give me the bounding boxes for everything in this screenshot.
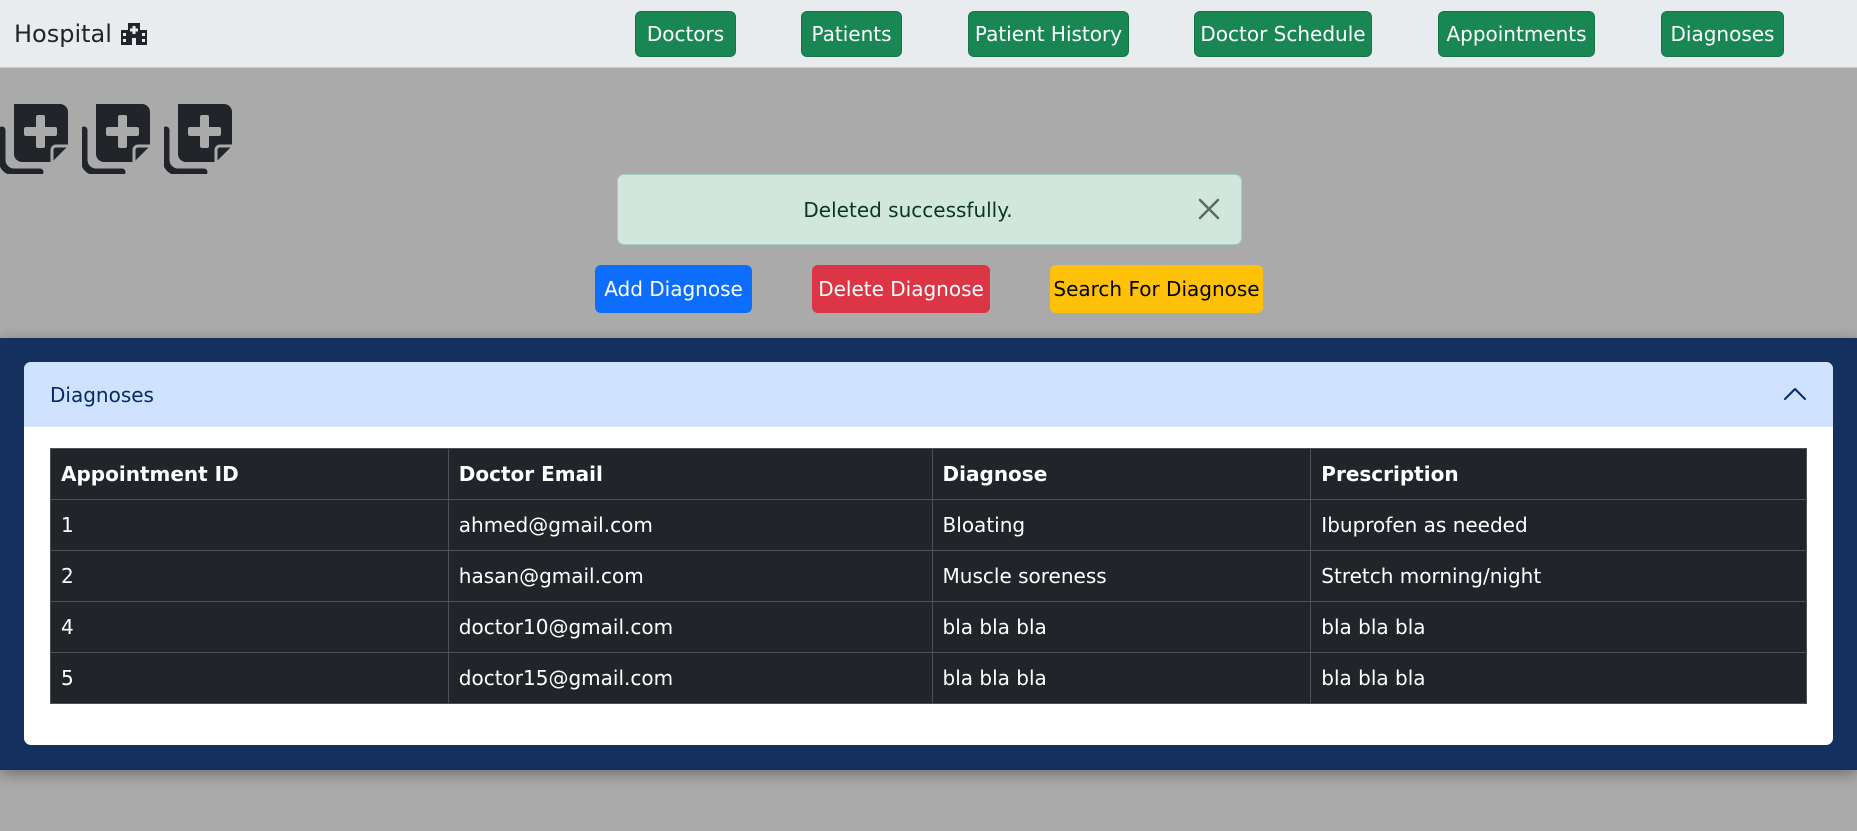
diagnoses-table: Appointment ID Doctor Email Diagnose Pre…: [50, 448, 1807, 704]
medical-files-icon: [0, 104, 68, 174]
medical-files-icon: [82, 104, 150, 174]
column-header: Doctor Email: [447, 448, 933, 500]
success-alert: Deleted successfully.: [617, 174, 1242, 245]
nav-patient-history-button[interactable]: Patient History: [968, 11, 1129, 57]
diagnoses-panel: Diagnoses Appointment ID Doctor Email Di…: [0, 338, 1857, 770]
brand-label: Hospital: [14, 20, 112, 48]
table-row: 4 doctor10@gmail.com bla bla bla bla bla…: [50, 601, 1807, 653]
appointment-id-cell: 2: [50, 550, 449, 602]
medical-files-icon: [164, 104, 232, 174]
diagnose-cell: bla bla bla: [931, 601, 1312, 653]
search-diagnose-button[interactable]: Search For Diagnose: [1050, 265, 1263, 313]
table-row: 1 ahmed@gmail.com Bloating Ibuprofen as …: [50, 499, 1807, 551]
doctor-email-cell: doctor10@gmail.com: [447, 601, 933, 653]
appointment-id-cell: 5: [50, 652, 449, 704]
column-header: Appointment ID: [50, 448, 449, 500]
top-navbar: Hospital Doctors Patients Patient Histor…: [0, 0, 1857, 68]
prescription-cell: bla bla bla: [1310, 601, 1807, 653]
delete-diagnose-button[interactable]: Delete Diagnose: [812, 265, 990, 313]
nav-doctors-button[interactable]: Doctors: [635, 11, 736, 57]
prescription-cell: Ibuprofen as needed: [1310, 499, 1807, 551]
table-row: 2 hasan@gmail.com Muscle soreness Stretc…: [50, 550, 1807, 602]
column-header: Diagnose: [931, 448, 1312, 500]
hospital-icon: [120, 22, 148, 46]
nav-patients-button[interactable]: Patients: [801, 11, 902, 57]
nav-diagnoses-button[interactable]: Diagnoses: [1661, 11, 1784, 57]
diagnose-cell: Bloating: [931, 499, 1312, 551]
column-header: Prescription: [1310, 448, 1807, 500]
close-icon[interactable]: [1195, 195, 1223, 223]
accordion-title: Diagnoses: [50, 382, 154, 407]
nav-appointments-button[interactable]: Appointments: [1438, 11, 1595, 57]
table-row: 5 doctor15@gmail.com bla bla bla bla bla…: [50, 652, 1807, 704]
add-diagnose-button[interactable]: Add Diagnose: [595, 265, 752, 313]
diagnose-cell: Muscle soreness: [931, 550, 1312, 602]
chevron-up-icon: [1783, 384, 1807, 404]
diagnoses-accordion: Diagnoses Appointment ID Doctor Email Di…: [24, 362, 1833, 745]
alert-message: Deleted successfully.: [803, 197, 1013, 222]
nav-doctor-schedule-button[interactable]: Doctor Schedule: [1194, 11, 1372, 57]
prescription-cell: Stretch morning/night: [1310, 550, 1807, 602]
brand[interactable]: Hospital: [14, 18, 148, 50]
table-header-row: Appointment ID Doctor Email Diagnose Pre…: [50, 448, 1807, 500]
doctor-email-cell: hasan@gmail.com: [447, 550, 933, 602]
doctor-email-cell: ahmed@gmail.com: [447, 499, 933, 551]
prescription-cell: bla bla bla: [1310, 652, 1807, 704]
appointment-id-cell: 4: [50, 601, 449, 653]
diagnose-cell: bla bla bla: [931, 652, 1312, 704]
doctor-email-cell: doctor15@gmail.com: [447, 652, 933, 704]
accordion-header[interactable]: Diagnoses: [24, 362, 1833, 427]
appointment-id-cell: 1: [50, 499, 449, 551]
